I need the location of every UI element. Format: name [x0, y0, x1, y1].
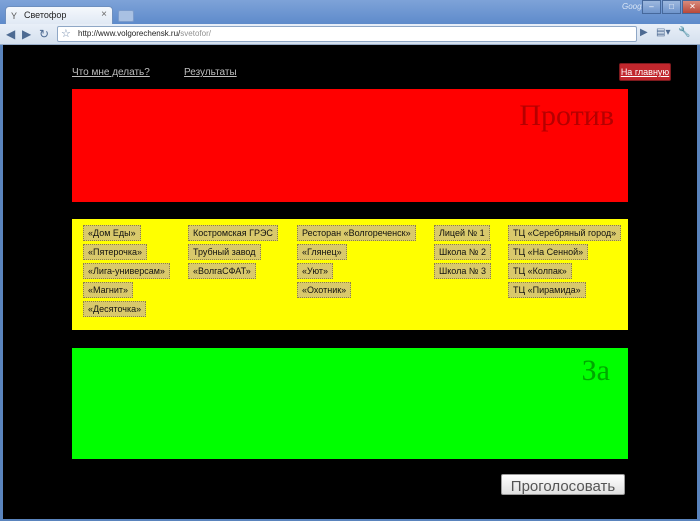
minimize-icon[interactable]: – — [642, 0, 661, 14]
for-label: За — [581, 354, 610, 387]
page-content: Что мне делать? Результаты На главную Пр… — [3, 45, 697, 519]
close-window-icon[interactable]: ✕ — [682, 0, 700, 14]
option-item[interactable]: Трубный завод — [188, 244, 261, 260]
results-link[interactable]: Результаты — [184, 67, 237, 78]
option-item[interactable]: Школа № 2 — [434, 244, 492, 260]
options-column-1: «Дом Еды» «Пятерочка» «Лига-универсам» «… — [83, 225, 170, 320]
options-column-5: ТЦ «Серебряный город» ТЦ «На Сенной» ТЦ … — [508, 225, 622, 301]
browser-tab[interactable]: Y Светофор × — [5, 6, 113, 25]
option-item[interactable]: ТЦ «Серебряный город» — [508, 225, 622, 241]
option-item[interactable]: «Дом Еды» — [83, 225, 141, 241]
close-tab-icon[interactable]: × — [101, 9, 107, 20]
favicon-icon: Y — [11, 11, 18, 21]
what-to-do-link[interactable]: Что мне делать? — [72, 67, 150, 78]
for-zone[interactable]: За — [72, 348, 628, 459]
browser-window: Y Светофор × Google – □ ✕ ◀ ▶ ↻ ☆ http:/… — [0, 0, 700, 521]
title-bar: Y Светофор × Google – □ ✕ — [0, 0, 700, 25]
option-item[interactable]: «Пятерочка» — [83, 244, 148, 260]
option-item[interactable]: Костромская ГРЭС — [188, 225, 278, 241]
against-label: Против — [519, 99, 614, 132]
maximize-icon[interactable]: □ — [662, 0, 681, 14]
options-column-4: Лицей № 1 Школа № 2 Школа № 3 — [434, 225, 492, 282]
option-item[interactable]: Лицей № 1 — [434, 225, 490, 241]
against-zone[interactable]: Против — [72, 89, 628, 202]
address-bar[interactable]: ☆ http://www.volgorechensk.ru/svetofor/ — [57, 26, 637, 42]
option-item[interactable]: «Уют» — [297, 263, 333, 279]
option-item[interactable]: «Десяточка» — [83, 301, 147, 317]
option-item[interactable]: Школа № 3 — [434, 263, 492, 279]
new-tab-button[interactable] — [118, 10, 134, 22]
bookmark-star-icon[interactable]: ☆ — [61, 27, 71, 40]
page-menu-icon[interactable]: ▤▾ — [656, 27, 670, 38]
browser-toolbar: ◀ ▶ ↻ ☆ http://www.volgorechensk.ru/svet… — [0, 24, 700, 45]
option-item[interactable]: Ресторан «Волгореченск» — [297, 225, 416, 241]
option-item[interactable]: ТЦ «Пирамида» — [508, 282, 586, 298]
window-controls: – □ ✕ — [642, 0, 700, 14]
home-button[interactable]: На главную — [619, 63, 671, 81]
options-zone[interactable]: «Дом Еды» «Пятерочка» «Лига-универсам» «… — [72, 219, 628, 330]
option-item[interactable]: «ВолгаСФАТ» — [188, 263, 256, 279]
options-column-2: Костромская ГРЭС Трубный завод «ВолгаСФА… — [188, 225, 278, 282]
url-text: http://www.volgorechensk.ru/svetofor/ — [78, 29, 211, 38]
vote-button[interactable]: Проголосовать — [501, 474, 625, 495]
go-icon[interactable]: ▶ — [640, 27, 648, 38]
back-icon[interactable]: ◀ — [6, 27, 15, 41]
option-item[interactable]: «Магнит» — [83, 282, 134, 298]
reload-icon[interactable]: ↻ — [39, 27, 49, 41]
option-item[interactable]: «Охотник» — [297, 282, 352, 298]
options-column-3: Ресторан «Волгореченск» «Глянец» «Уют» «… — [297, 225, 416, 301]
option-item[interactable]: ТЦ «Колпак» — [508, 263, 572, 279]
tab-title: Светофор — [24, 10, 67, 20]
option-item[interactable]: ТЦ «На Сенной» — [508, 244, 589, 260]
option-item[interactable]: «Глянец» — [297, 244, 347, 260]
wrench-icon[interactable]: 🔧 — [678, 27, 690, 38]
option-item[interactable]: «Лига-универсам» — [83, 263, 170, 279]
forward-icon[interactable]: ▶ — [22, 27, 31, 41]
